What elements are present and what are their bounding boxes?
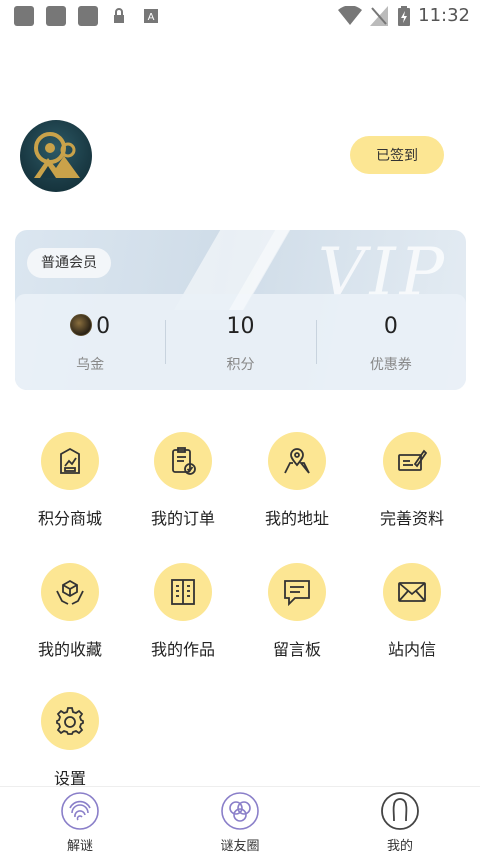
works-icon [154, 563, 212, 621]
stat-gold[interactable]: 0 乌金 [15, 294, 165, 390]
favorites-icon [41, 563, 99, 621]
avatar[interactable] [20, 120, 92, 192]
nav-circle[interactable]: 谜友圈 [195, 791, 285, 854]
nav-mine[interactable]: 我的 [355, 791, 445, 854]
no-signal-icon [370, 6, 388, 26]
checkin-button[interactable]: 已签到 [350, 136, 444, 174]
user-icon [380, 791, 420, 831]
address-icon [268, 432, 326, 490]
status-bar: A 11:32 [0, 0, 480, 34]
gear-icon [41, 692, 99, 750]
orders-icon [154, 432, 212, 490]
mail-icon [383, 563, 441, 621]
menu-profile-edit[interactable]: 完善资料 [357, 432, 467, 529]
menu-label: 我的收藏 [37, 640, 102, 659]
menu-label: 我的作品 [150, 640, 215, 659]
menu-message-board[interactable]: 留言板 [242, 563, 352, 660]
message-board-icon [268, 563, 326, 621]
points-mall-icon [41, 432, 99, 490]
bottom-nav: 解谜 谜友圈 我的 [0, 786, 480, 854]
menu-label: 留言板 [272, 640, 321, 659]
vip-stats: 0 乌金 10 积分 0 优惠券 [15, 294, 466, 390]
nav-puzzle[interactable]: 解谜 [35, 791, 125, 854]
circles-icon [220, 791, 260, 831]
stat-points[interactable]: 10 积分 [165, 294, 315, 390]
menu-mail[interactable]: 站内信 [357, 563, 467, 660]
menu-settings[interactable]: 设置 [15, 692, 125, 789]
menu-label: 完善资料 [379, 509, 444, 528]
member-level-badge: 普通会员 [27, 248, 111, 278]
menu-points-mall[interactable]: 积分商城 [15, 432, 125, 529]
clock: 11:32 [418, 5, 470, 26]
stat-coupons[interactable]: 0 优惠券 [315, 294, 466, 390]
stat-label: 积分 [226, 357, 255, 373]
svg-text:A: A [148, 12, 155, 23]
vip-card: VIP 普通会员 0 乌金 10 积分 0 优惠券 [15, 230, 466, 390]
stat-value: 0 [96, 314, 111, 339]
menu-label: 积分商城 [37, 509, 102, 528]
menu-orders[interactable]: 我的订单 [128, 432, 238, 529]
nav-label: 解谜 [66, 839, 93, 854]
lock-icon [114, 8, 124, 23]
notification-icon [14, 6, 34, 26]
notification-icon [78, 6, 98, 26]
stat-label: 乌金 [76, 357, 105, 373]
menu-favorites[interactable]: 我的收藏 [15, 563, 125, 660]
menu-address[interactable]: 我的地址 [242, 432, 352, 529]
wifi-icon [338, 6, 362, 25]
battery-charging-icon [398, 6, 410, 26]
stat-label: 优惠券 [369, 357, 412, 373]
notification-icon [46, 6, 66, 26]
menu-works[interactable]: 我的作品 [128, 563, 238, 660]
nav-label: 谜友圈 [220, 839, 260, 854]
menu-label: 站内信 [387, 640, 436, 659]
keyboard-a-icon: A [144, 9, 158, 23]
menu-label: 我的订单 [150, 509, 215, 528]
stat-value: 10 [226, 314, 255, 339]
coin-icon [70, 314, 93, 336]
menu-label: 我的地址 [264, 509, 329, 528]
fingerprint-icon [60, 791, 100, 831]
nav-label: 我的 [386, 839, 413, 854]
profile-edit-icon [383, 432, 441, 490]
stat-value: 0 [383, 314, 398, 339]
